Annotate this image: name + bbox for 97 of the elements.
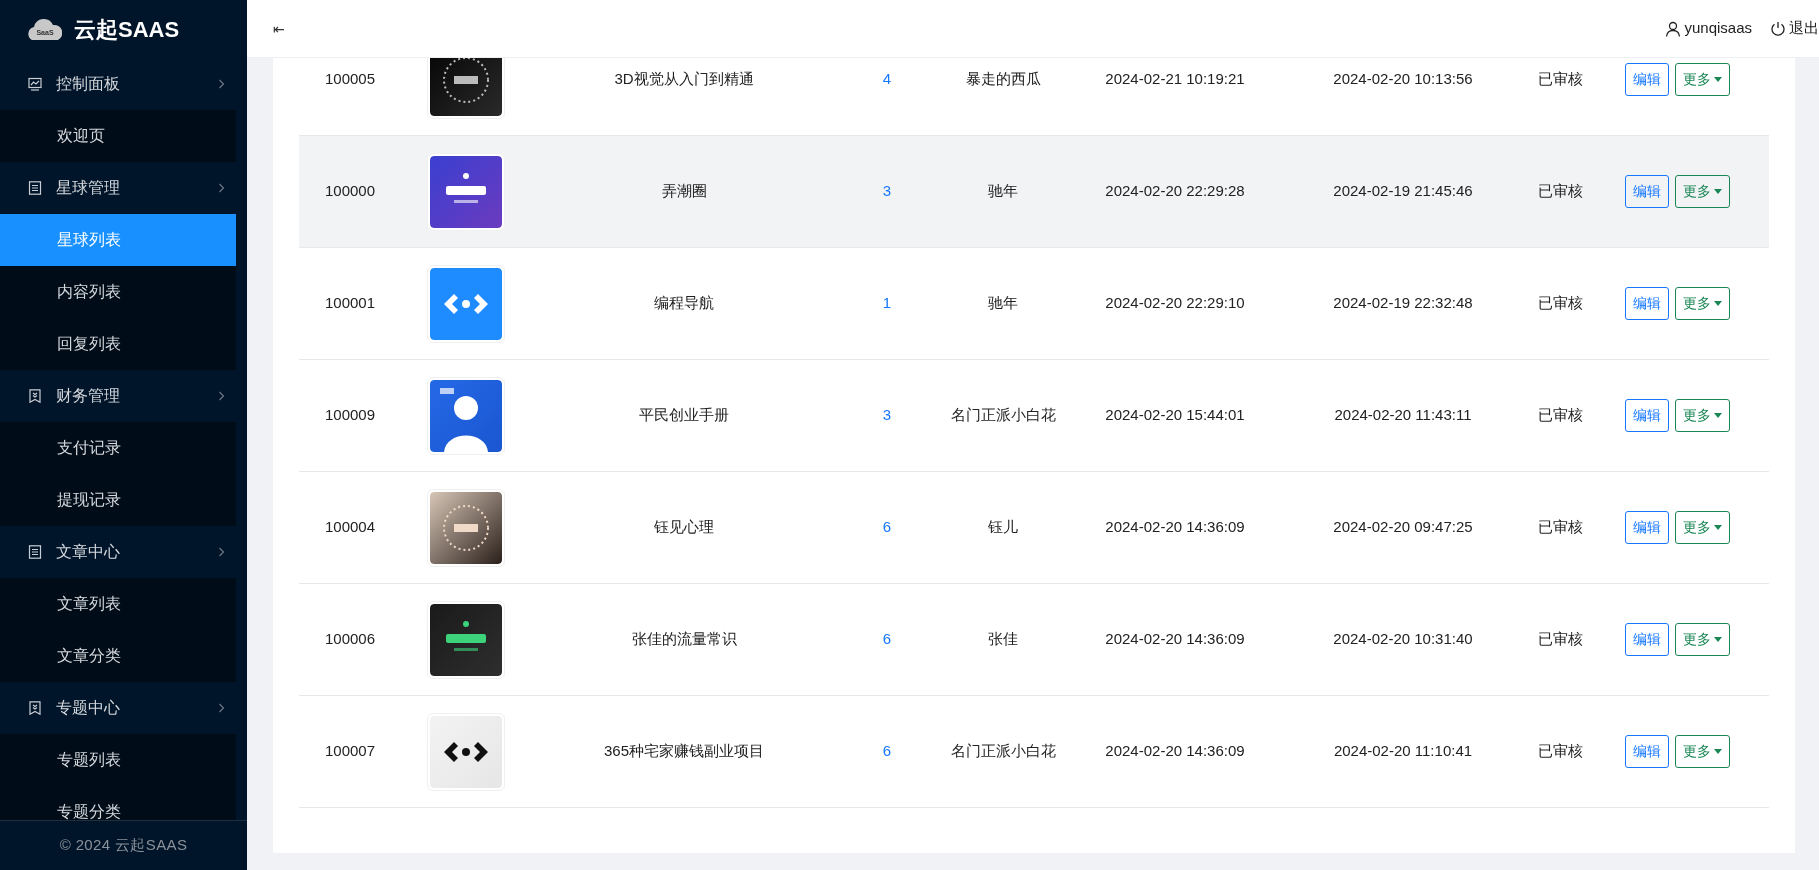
table-cell-text: 驰年 [988,181,1018,202]
table-cell-text: 100005 [324,69,376,90]
table-cell-text: 100001 [324,293,376,314]
table-cell-text: 2024-02-20 10:31:40 [1333,629,1473,650]
count-link[interactable]: 3 [882,404,892,427]
list-icon [28,181,42,195]
user-icon [1665,20,1682,37]
status-text: 已审核 [1537,741,1583,762]
edit-button[interactable]: 编辑 [1624,63,1669,96]
table-cell-text: 2024-02-20 14:36:09 [1105,741,1245,762]
menu-item[interactable]: 专题列表 [0,734,236,786]
table-cell-text: 钰见心理 [654,517,714,538]
chevron-icon [218,703,225,713]
table-cell-text: 2024-02-19 21:45:46 [1333,181,1473,202]
menu-item[interactable]: 文章列表 [0,578,236,630]
table-cell-text: 张佳的流量常识 [631,629,737,650]
edit-button[interactable]: 编辑 [1624,287,1669,320]
table-cell-text: 100000 [324,181,376,202]
power-icon [1770,20,1786,37]
count-link[interactable]: 3 [882,180,892,203]
table-cell-text: 平民创业手册 [639,405,729,426]
caret-icon [1713,413,1722,418]
table-cell-text: 2024-02-20 22:29:28 [1105,181,1245,202]
table-row[interactable]: 100005 3D视觉从入门到精通 4 暴走的西瓜 2024-02-21 10:19:21 2024-02-20 10:13:56 已审核 编辑 更多 [299,58,1769,136]
table-cell-text: 钰儿 [988,517,1018,538]
more-button[interactable]: 更多 [1674,399,1730,432]
table-cell-text: 2024-02-19 22:32:48 [1333,293,1473,314]
table-cell-text: 2024-02-20 11:43:11 [1334,405,1472,426]
bookmark-icon [28,701,42,715]
table-cell-text: 3D视觉从入门到精通 [614,69,754,90]
edit-button[interactable]: 编辑 [1624,735,1669,768]
chevron-icon [218,391,225,401]
more-button[interactable]: 更多 [1674,511,1730,544]
table-cell-text: 2024-02-20 22:29:10 [1105,293,1245,314]
caret-icon [1713,189,1722,194]
table-cell-text: 名门正派小白花 [950,405,1056,426]
chevron-icon [218,183,225,193]
more-button[interactable]: 更多 [1674,287,1730,320]
menu-item[interactable]: 专题分类 [0,786,236,820]
chevron-icon [218,547,225,557]
table-cell-text: 暴走的西瓜 [965,69,1041,90]
user-link[interactable]: yunqisaas [1665,17,1752,40]
status-text: 已审核 [1537,181,1583,202]
table-cell-text: 2024-02-20 14:36:09 [1105,629,1245,650]
copyright-text: © 2024 云起SAAS [59,835,188,856]
count-link[interactable]: 6 [882,740,892,763]
count-link[interactable]: 1 [882,292,892,315]
menu-item[interactable]: 提现记录 [0,474,236,526]
menu-item[interactable]: 回复列表 [0,318,236,370]
status-text: 已审核 [1537,405,1583,426]
count-link[interactable]: 6 [882,628,892,651]
table-cell-text: 2024-02-20 15:44:01 [1105,405,1245,426]
table-cell-text: 2024-02-20 11:10:41 [1333,741,1473,762]
bookmark-icon [28,389,42,403]
table-cell-text: 2024-02-20 14:36:09 [1105,517,1245,538]
more-button[interactable]: 更多 [1674,175,1730,208]
logout-link[interactable]: 退出 [1770,17,1819,40]
table-cell-text: 365种宅家赚钱副业项目 [604,741,764,762]
edit-button[interactable]: 编辑 [1624,511,1669,544]
status-text: 已审核 [1537,629,1583,650]
table-cell-text: 弄潮圈 [661,181,707,202]
table-cell-text: 100004 [324,517,376,538]
table-row[interactable]: 100000 弄潮圈 3 驰年 2024-02-20 22:29:28 2024-02-19 21:45:46 已审核 编辑 更多 [299,136,1769,248]
edit-button[interactable]: 编辑 [1624,399,1669,432]
more-button[interactable]: 更多 [1674,63,1730,96]
menu-item[interactable]: 文章分类 [0,630,236,682]
edit-button[interactable]: 编辑 [1624,175,1669,208]
more-button[interactable]: 更多 [1674,623,1730,656]
menu-item[interactable]: 欢迎页 [0,110,236,162]
more-button[interactable]: 更多 [1674,735,1730,768]
table-cell-text: 2024-02-20 10:13:56 [1333,69,1473,90]
count-link[interactable]: 4 [882,68,892,91]
chart-icon [28,77,42,91]
brand-title: 云起SAAS [74,15,180,44]
menu-item[interactable]: 内容列表 [0,266,236,318]
chevron-icon [218,79,225,89]
table-cell-text: 2024-02-20 09:47:25 [1333,517,1473,538]
table-cell-text: 名门正派小白花 [950,741,1056,762]
status-text: 已审核 [1537,517,1583,538]
caret-icon [1713,77,1722,82]
table-cell-text: 2024-02-21 10:19:21 [1105,69,1245,90]
table-cell-text: 张佳 [988,629,1018,650]
caret-icon [1713,749,1722,754]
count-link[interactable]: 6 [882,516,892,539]
table-cell-text: 驰年 [988,293,1018,314]
table-cell-text: 100009 [324,405,376,426]
menu-item[interactable]: 支付记录 [0,422,236,474]
status-text: 已审核 [1537,293,1583,314]
table-cell-text: 100007 [324,741,376,762]
table-cell-text: 编程导航 [654,293,714,314]
caret-icon [1713,637,1722,642]
edit-button[interactable]: 编辑 [1624,623,1669,656]
list-icon [28,545,42,559]
table-cell-text: 100006 [324,629,376,650]
status-text: 已审核 [1537,69,1583,90]
caret-icon [1713,301,1722,306]
caret-icon [1713,525,1722,530]
